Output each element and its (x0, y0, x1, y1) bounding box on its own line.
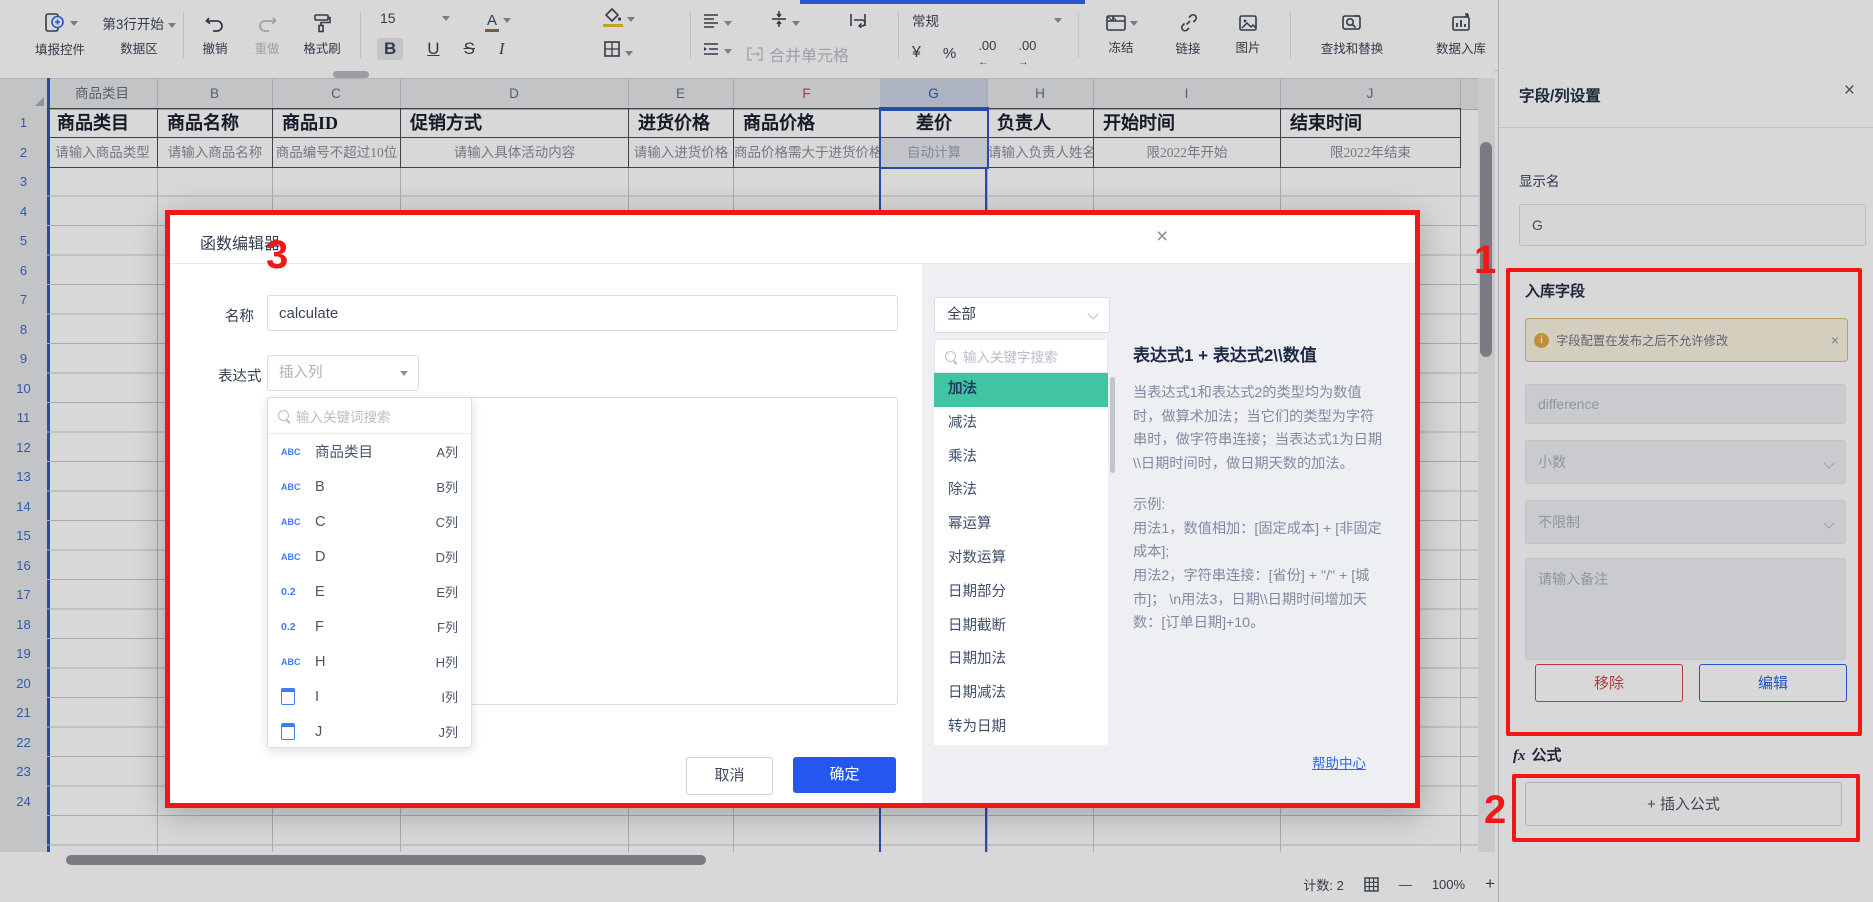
column-option[interactable]: ABCHH列 (268, 644, 471, 679)
name-label: 名称 (225, 305, 254, 326)
column-option[interactable]: ABCBB列 (268, 469, 471, 504)
function-browser: 全部 输入关键字搜索 加法 减法 乘法 除法 幂运算 对数运算 日期部分 日期截… (922, 264, 1415, 803)
function-list-scrollbar[interactable] (1110, 377, 1115, 473)
chevron-down-icon (1087, 308, 1098, 319)
help-usage-1: 用法1，数值相加：[固定成本] + [非固定成本]; (1133, 518, 1385, 565)
function-item-selected[interactable]: 加法 (934, 373, 1108, 407)
function-item[interactable]: 乘法 (934, 441, 1108, 475)
column-search[interactable]: 输入关键词搜索 (268, 398, 471, 434)
cancel-button[interactable]: 取消 (686, 757, 773, 795)
insert-column-select[interactable]: 插入列 (267, 355, 419, 391)
function-search[interactable]: 输入关键字搜索 (934, 339, 1108, 373)
function-search-placeholder: 输入关键字搜索 (963, 346, 1058, 366)
expression-label: 表达式 (218, 365, 262, 386)
help-title: 表达式1 + 表达式2\\数值 (1133, 341, 1385, 366)
annotation-2: 2 (1484, 788, 1506, 833)
search-icon (945, 351, 956, 362)
function-editor-dialog: 函数编辑器 3 × 名称 表达式 插入列 输入关键词搜索 ABC商品类目A列 A… (165, 210, 1420, 808)
close-icon[interactable]: × (1156, 225, 1168, 249)
column-option[interactable]: ABCCC列 (268, 504, 471, 539)
chevron-down-icon (400, 371, 408, 376)
function-item[interactable]: 除法 (934, 474, 1108, 508)
insert-column-placeholder: 插入列 (279, 365, 323, 381)
help-example-label: 示例: (1133, 494, 1385, 518)
help-description: 当表达式1和表达式2的类型均为数值时，做算术加法；当它们的类型为字符串时，做字符… (1133, 382, 1385, 476)
column-option[interactable]: ABCDD列 (268, 539, 471, 574)
column-option[interactable]: ABC商品类目A列 (268, 434, 471, 469)
text-type-icon: ABC (281, 447, 307, 457)
app-window: 填报控件 第3行开始 数据区 撤销 (0, 0, 1873, 902)
column-dropdown: 输入关键词搜索 ABC商品类目A列 ABCBB列 ABCCC列 ABCDD列 0… (267, 397, 472, 748)
column-option[interactable]: JJ列 (268, 714, 471, 749)
annotation-1: 1 (1474, 238, 1496, 283)
category-select[interactable]: 全部 (934, 297, 1110, 333)
function-item[interactable]: 减法 (934, 407, 1108, 441)
function-item[interactable]: 日期加法 (934, 643, 1108, 677)
column-option[interactable]: 0.2EE列 (268, 574, 471, 609)
search-icon (278, 410, 289, 421)
date-type-icon (281, 723, 295, 740)
column-option[interactable]: 0.2FF列 (268, 609, 471, 644)
date-type-icon (281, 688, 295, 705)
confirm-button[interactable]: 确定 (793, 757, 896, 793)
function-item[interactable]: 对数运算 (934, 542, 1108, 576)
number-type-icon: 0.2 (281, 586, 307, 598)
text-type-icon: ABC (281, 482, 307, 492)
text-type-icon: ABC (281, 552, 307, 562)
annotation-box-2 (1512, 774, 1860, 842)
annotation-3: 3 (266, 233, 288, 278)
function-help: 表达式1 + 表达式2\\数值 当表达式1和表达式2的类型均为数值时，做算术加法… (1133, 341, 1385, 636)
annotation-box-1 (1506, 268, 1862, 736)
text-type-icon: ABC (281, 657, 307, 667)
function-item[interactable]: 日期截断 (934, 610, 1108, 644)
function-item[interactable]: 日期减法 (934, 677, 1108, 711)
column-option[interactable]: II列 (268, 679, 471, 714)
number-type-icon: 0.2 (281, 621, 307, 633)
column-search-placeholder: 输入关键词搜索 (296, 406, 391, 426)
text-type-icon: ABC (281, 517, 307, 527)
help-usage-2: 用法2，字符串连接：[省份] + "/" + [城市]； \n用法3，日期\\日… (1133, 565, 1385, 636)
help-center-link[interactable]: 帮助中心 (1312, 752, 1366, 772)
function-item[interactable]: 幂运算 (934, 508, 1108, 542)
name-input[interactable] (267, 295, 898, 331)
category-value: 全部 (947, 307, 976, 323)
function-item[interactable]: 日期部分 (934, 576, 1108, 610)
function-list: 加法 减法 乘法 除法 幂运算 对数运算 日期部分 日期截断 日期加法 日期减法… (934, 373, 1108, 745)
function-item[interactable]: 转为日期 (934, 711, 1108, 745)
